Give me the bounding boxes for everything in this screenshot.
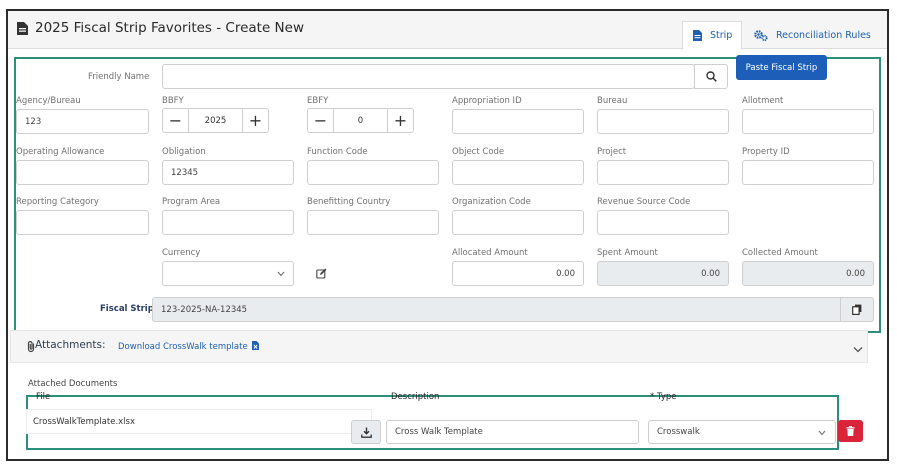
- appropriation-id-label: Appropriation ID: [452, 96, 522, 106]
- spent-amount-field: 0.00: [597, 261, 729, 286]
- search-button[interactable]: [694, 64, 728, 89]
- file-excel-icon: [252, 341, 260, 350]
- allotment-label: Allotment: [742, 96, 784, 106]
- tab-reconciliation-rules[interactable]: Reconciliation Rules: [754, 21, 880, 50]
- property-id-label: Property ID: [742, 147, 790, 157]
- ebfy-stepper[interactable]: − 0 +: [307, 108, 414, 133]
- ebfy-label: EBFY: [307, 96, 329, 106]
- ebfy-decrement-button[interactable]: −: [308, 109, 333, 132]
- bbfy-increment-button[interactable]: +: [243, 109, 268, 132]
- function-code-input[interactable]: [307, 160, 439, 185]
- bbfy-decrement-button[interactable]: −: [163, 109, 188, 132]
- object-code-label: Object Code: [452, 147, 505, 157]
- bbfy-stepper[interactable]: − 2025 +: [162, 108, 269, 133]
- project-label: Project: [597, 147, 627, 157]
- obligation-label: Obligation: [162, 147, 206, 157]
- file-column-header: File: [36, 392, 51, 402]
- chevron-down-icon: [277, 271, 285, 277]
- attached-documents-label: Attached Documents: [28, 379, 118, 389]
- fiscal-strip-label: Fiscal Strip: [100, 304, 154, 314]
- organization-code-label: Organization Code: [452, 197, 531, 207]
- reporting-category-label: Reporting Category: [16, 197, 99, 207]
- project-input[interactable]: [597, 160, 729, 185]
- page-header: 2025 Fiscal Strip Favorites - Create New…: [8, 11, 887, 50]
- trash-icon: [846, 426, 855, 436]
- allocated-amount-label: Allocated Amount: [452, 248, 528, 258]
- friendly-name-label: Friendly Name: [88, 72, 150, 82]
- function-code-label: Function Code: [307, 147, 368, 157]
- search-icon: [705, 71, 717, 82]
- program-area-label: Program Area: [162, 197, 221, 207]
- allocated-amount-input[interactable]: 0.00: [452, 261, 584, 286]
- copy-button[interactable]: [840, 297, 874, 322]
- bureau-input[interactable]: [597, 109, 729, 134]
- description-input[interactable]: Cross Walk Template: [386, 420, 639, 444]
- reporting-category-input[interactable]: [16, 210, 149, 235]
- friendly-name-input[interactable]: [162, 64, 695, 89]
- chevron-down-icon: [818, 430, 826, 436]
- edit-currency-button[interactable]: [314, 266, 328, 280]
- attachments-title: Attachments:: [35, 339, 106, 351]
- delete-attachment-button[interactable]: [838, 420, 863, 442]
- bbfy-value[interactable]: 2025: [188, 109, 243, 132]
- type-select[interactable]: Crosswalk: [648, 420, 836, 444]
- agency-bureau-label: Agency/Bureau: [16, 96, 81, 106]
- allotment-input[interactable]: [742, 109, 874, 134]
- file-name-cell: CrossWalkTemplate.xlsx: [26, 409, 372, 434]
- document-icon: [17, 22, 28, 35]
- tab-strip-label: Strip: [710, 30, 733, 41]
- organization-code-input[interactable]: [452, 210, 584, 235]
- type-value: Crosswalk: [657, 427, 700, 437]
- benefitting-country-input[interactable]: [307, 210, 439, 235]
- operating-allowance-label: Operating Allowance: [16, 147, 105, 157]
- spent-amount-label: Spent Amount: [597, 248, 658, 258]
- type-column-header: * Type: [650, 392, 677, 402]
- currency-label: Currency: [162, 248, 201, 258]
- chevron-down-icon[interactable]: [853, 346, 863, 353]
- bureau-label: Bureau: [597, 96, 628, 106]
- tab-strip[interactable]: Strip: [682, 21, 742, 50]
- program-area-input[interactable]: [162, 210, 294, 235]
- revenue-source-code-label: Revenue Source Code: [597, 197, 691, 207]
- paste-fiscal-strip-button[interactable]: Paste Fiscal Strip: [736, 55, 827, 80]
- description-column-header: Description: [391, 392, 440, 402]
- edit-icon: [315, 268, 326, 279]
- page-title: 2025 Fiscal Strip Favorites - Create New: [35, 20, 305, 36]
- property-id-input[interactable]: [742, 160, 874, 185]
- tab-reconciliation-label: Reconciliation Rules: [776, 30, 871, 41]
- gears-icon: [754, 30, 768, 41]
- collected-amount-field: 0.00: [742, 261, 874, 286]
- download-crosswalk-label: Download CrossWalk template: [118, 342, 248, 352]
- currency-select[interactable]: [162, 261, 294, 286]
- copy-icon: [852, 304, 862, 315]
- benefitting-country-label: Benefitting Country: [307, 197, 391, 207]
- appropriation-id-input[interactable]: [452, 109, 584, 134]
- object-code-input[interactable]: [452, 160, 584, 185]
- download-icon: [360, 427, 372, 438]
- ebfy-increment-button[interactable]: +: [388, 109, 413, 132]
- download-file-button[interactable]: [351, 420, 381, 444]
- revenue-source-code-input[interactable]: [597, 210, 729, 235]
- operating-allowance-input[interactable]: [16, 160, 149, 185]
- agency-bureau-input[interactable]: 123: [16, 109, 149, 134]
- ebfy-value[interactable]: 0: [333, 109, 388, 132]
- file-name: CrossWalkTemplate.xlsx: [33, 416, 135, 427]
- document-icon: [693, 30, 702, 41]
- download-crosswalk-link[interactable]: Download CrossWalk template: [118, 341, 260, 352]
- fiscal-strip-field: 123-2025-NA-12345: [152, 297, 842, 322]
- obligation-input[interactable]: 12345: [162, 160, 294, 185]
- bbfy-label: BBFY: [162, 96, 184, 106]
- collected-amount-label: Collected Amount: [742, 248, 818, 258]
